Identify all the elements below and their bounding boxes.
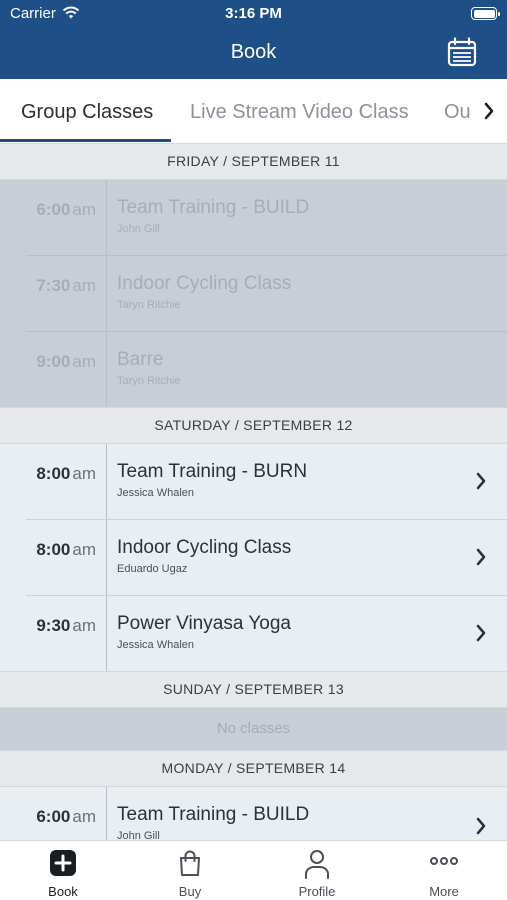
class-row[interactable]: 8:00 am Team Training - BURN Jessica Whal…	[0, 444, 507, 520]
tab-group-classes[interactable]: Group Classes	[21, 101, 153, 124]
day-block-monday: 6:00 am Team Training - BUILD John Gill	[0, 787, 507, 840]
shopping-bag-icon	[180, 850, 200, 876]
class-name: Indoor Cycling Class	[117, 273, 292, 294]
active-tab-indicator	[0, 139, 171, 142]
class-name: Indoor Cycling Class	[117, 537, 292, 558]
class-time: 6:00 am	[36, 200, 96, 219]
tabbar-buy[interactable]: Buy	[127, 841, 253, 900]
schedule-list: FRIDAY / SEPTEMBER 11 6:00 am Team Traini…	[0, 143, 507, 840]
plus-square-icon	[50, 850, 76, 876]
class-instructor: Jessica Whalen	[117, 639, 195, 651]
chevron-right-icon	[476, 624, 486, 642]
bottom-tab-bar: Book Buy Profile More	[0, 840, 507, 900]
class-row[interactable]: 8:00 am Indoor Cycling Class Eduardo Ugaz	[0, 520, 507, 596]
person-icon	[305, 850, 329, 879]
clock: 3:16 PM	[225, 5, 282, 22]
tab-other[interactable]: Ou	[444, 101, 471, 124]
class-name: Barre	[117, 349, 164, 370]
tabbar-label: More	[429, 884, 459, 899]
chevron-right-icon	[476, 472, 486, 490]
class-instructor: Eduardo Ugaz	[117, 563, 188, 575]
class-row: 7:30 am Indoor Cycling Class Taryn Ritchi…	[0, 256, 507, 332]
day-block-friday: 6:00 am Team Training - BUILD John Gill 7…	[0, 180, 507, 407]
no-classes-message: No classes	[0, 708, 507, 750]
class-instructor: Taryn Ritchie	[117, 375, 181, 387]
class-time: 8:00 am	[36, 540, 96, 559]
calendar-icon[interactable]	[446, 36, 478, 68]
class-name: Team Training - BURN	[117, 461, 308, 482]
tabs-scroll-right-button[interactable]	[471, 79, 507, 143]
day-header-saturday: SATURDAY / SEPTEMBER 12	[0, 407, 507, 444]
tab-live-stream[interactable]: Live Stream Video Class	[190, 101, 409, 124]
status-bar: Carrier 3:16 PM	[0, 0, 507, 28]
class-time: 6:00 am	[36, 807, 96, 826]
day-header-friday: FRIDAY / SEPTEMBER 11	[0, 143, 507, 180]
app-header: Carrier 3:16 PM Book	[0, 0, 507, 79]
chevron-right-icon	[476, 548, 486, 566]
tabbar-label: Book	[48, 884, 78, 899]
class-name: Power Vinyasa Yoga	[117, 613, 291, 634]
class-name: Team Training - BUILD	[117, 804, 310, 825]
chevron-right-icon	[484, 102, 494, 120]
class-row[interactable]: 9:30 am Power Vinyasa Yoga Jessica Whalen	[0, 596, 507, 672]
class-time: 7:30 am	[36, 276, 96, 295]
class-name: Team Training - BUILD	[117, 197, 310, 218]
more-dots-icon	[430, 857, 458, 865]
class-row[interactable]: 6:00 am Team Training - BUILD John Gill	[0, 787, 507, 840]
tabbar-label: Buy	[178, 884, 202, 899]
day-header-sunday: SUNDAY / SEPTEMBER 13	[0, 671, 507, 708]
tabbar-book[interactable]: Book	[0, 841, 126, 900]
class-instructor: Jessica Whalen	[117, 487, 195, 499]
tabbar-label: Profile	[298, 884, 336, 899]
tabbar-profile[interactable]: Profile	[254, 841, 380, 900]
class-row: 9:00 am Barre Taryn Ritchie	[0, 332, 507, 408]
day-block-saturday: 8:00 am Team Training - BURN Jessica Whal…	[0, 444, 507, 671]
class-time: 8:00 am	[36, 464, 96, 483]
class-instructor: John Gill	[117, 223, 160, 235]
day-header-monday: MONDAY / SEPTEMBER 14	[0, 750, 507, 787]
class-row: 6:00 am Team Training - BUILD John Gill	[0, 180, 507, 256]
battery-icon	[471, 7, 500, 20]
tabbar-more[interactable]: More	[381, 841, 507, 900]
class-instructor: John Gill	[117, 830, 160, 840]
class-type-tabs: Group Classes Live Stream Video Class Ou	[0, 79, 507, 143]
class-instructor: Taryn Ritchie	[117, 299, 181, 311]
class-time: 9:00 am	[36, 352, 96, 371]
page-title: Book	[230, 41, 277, 63]
class-time: 9:30 am	[36, 616, 96, 635]
chevron-right-icon	[476, 817, 486, 835]
